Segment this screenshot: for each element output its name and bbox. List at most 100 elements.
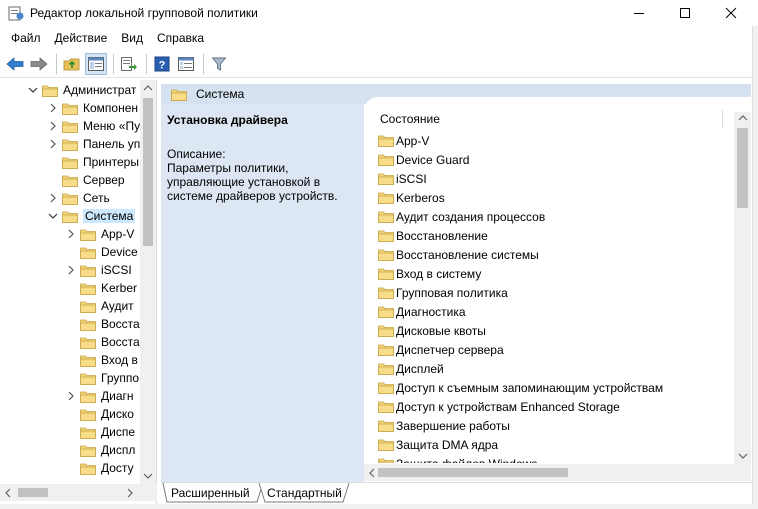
tree-expander[interactable] [48,117,58,135]
tree-item-label: Компонен [83,101,139,115]
list-item[interactable]: iSCSI [378,169,427,188]
window-right-edge [752,26,758,509]
list-item[interactable]: Вход в систему [378,264,481,283]
tree-item[interactable]: Диско [66,405,140,423]
back-button[interactable] [4,53,26,75]
chevron-right-icon [68,391,74,401]
list-item[interactable]: Диспетчер сервера [378,340,504,359]
tree-item[interactable]: Сервер [48,171,140,189]
list-item[interactable]: Доступ к устройствам Enhanced Storage [378,397,620,416]
tab-standard[interactable]: Стандартный [267,484,342,502]
help-button[interactable]: ? [151,53,173,75]
tree-item[interactable]: Вход в [66,351,140,369]
tree-expander[interactable] [66,387,76,405]
properties-button[interactable] [175,53,197,75]
tree-item[interactable]: Сеть [48,189,140,207]
tree-item[interactable]: Администрат [28,81,140,99]
list-item[interactable]: Групповая политика [378,283,508,302]
list-item-label: Kerberos [396,190,445,205]
list-item[interactable]: Завершение работы [378,416,510,435]
tree-expander [66,423,76,441]
tree-expander[interactable] [48,135,58,153]
list-vertical-scroll-thumb[interactable] [737,128,748,208]
list-item[interactable]: Защита DMA ядра [378,435,498,454]
list-item[interactable]: Восстановление [378,226,488,245]
tree-item[interactable]: Досту [66,459,140,477]
minimize-icon [634,13,644,14]
tree-scroll-up-icon[interactable] [143,84,153,92]
show-hide-tree-button[interactable] [85,53,107,75]
list-item[interactable]: Аудит создания процессов [378,207,545,226]
folder-icon [62,175,78,187]
tree-item[interactable]: iSCSI [66,261,140,279]
tree-item[interactable]: Принтеры [48,153,140,171]
tab-extended[interactable]: Расширенный [171,484,250,502]
tree-scroll-left-icon[interactable] [4,488,12,498]
tree-item[interactable]: Диагн [66,387,140,405]
minimize-button[interactable] [616,0,662,26]
list-item[interactable]: Device Guard [378,150,469,169]
list-item[interactable]: Защита файлов Windows [378,454,537,463]
chevron-right-icon [68,229,74,239]
chevron-right-icon [68,265,74,275]
tree-item[interactable]: Панель уп [48,135,140,153]
tree-scroll-down-icon[interactable] [143,472,153,480]
tree-horizontal-scroll-thumb[interactable] [18,488,48,497]
list-horizontal-scroll-thumb[interactable] [378,468,568,477]
tree-expander[interactable] [48,207,58,225]
list-item-label: Дисплей [396,361,444,376]
forward-button[interactable] [28,53,50,75]
tree-item[interactable]: Группо [66,369,140,387]
tree-item[interactable]: App-V [66,225,140,243]
list-scroll-left-icon[interactable] [368,468,376,478]
folder-icon [171,89,187,101]
tree-expander[interactable] [66,261,76,279]
folder-icon [62,103,78,115]
list-item[interactable]: Восстановление системы [378,245,539,264]
list-scroll-up-icon[interactable] [738,114,748,122]
list-scroll-down-icon[interactable] [738,452,748,460]
tree-expander[interactable] [48,99,58,117]
menu-help[interactable]: Справка [150,28,211,48]
list-item[interactable]: Диагностика [378,302,466,321]
list-item-label: Диспетчер сервера [396,342,504,357]
tree-item[interactable]: Device [66,243,140,261]
folder-icon [80,427,96,439]
folder-icon [378,401,394,413]
up-folder-button[interactable] [61,53,83,75]
list-item-label: Диагностика [396,304,466,319]
list-item[interactable]: Дисплей [378,359,444,378]
maximize-button[interactable] [662,0,708,26]
tree-expander[interactable] [66,225,76,243]
content-header-title: Система [196,87,245,101]
tree-item[interactable]: Восста [66,315,140,333]
tree-item[interactable]: Восста [66,333,140,351]
tree-item[interactable]: Компонен [48,99,140,117]
tree-expander[interactable] [48,189,58,207]
tree-item[interactable]: Меню «Пу [48,117,140,135]
tree-item[interactable]: Система [48,207,140,225]
filter-button[interactable] [208,53,230,75]
menu-action[interactable]: Действие [48,28,115,48]
tree-item-label: Вход в [101,353,138,367]
close-button[interactable] [708,0,754,26]
column-divider[interactable] [722,110,723,128]
menu-view[interactable]: Вид [114,28,150,48]
list-item-label: Восстановление [396,228,488,243]
tree-vertical-scroll-thumb[interactable] [143,98,153,246]
tree-scroll-right-icon[interactable] [126,488,134,498]
list-item[interactable]: App-V [378,131,429,150]
list-item[interactable]: Дисковые квоты [378,321,486,340]
list-item[interactable]: Доступ к съемным запоминающим устройства… [378,378,663,397]
menu-file[interactable]: Файл [4,28,48,48]
folder-icon [80,283,96,295]
column-header-state[interactable]: Состояние [380,112,440,126]
tree-item[interactable]: Диспе [66,423,140,441]
tree-item[interactable]: Kerber [66,279,140,297]
tree-item[interactable]: Аудит [66,297,140,315]
list-item[interactable]: Kerberos [378,188,445,207]
export-list-button[interactable] [118,53,140,75]
tree-item[interactable]: Диспл [66,441,140,459]
tree-item-label: Восста [101,335,140,349]
tree-expander[interactable] [28,81,38,99]
